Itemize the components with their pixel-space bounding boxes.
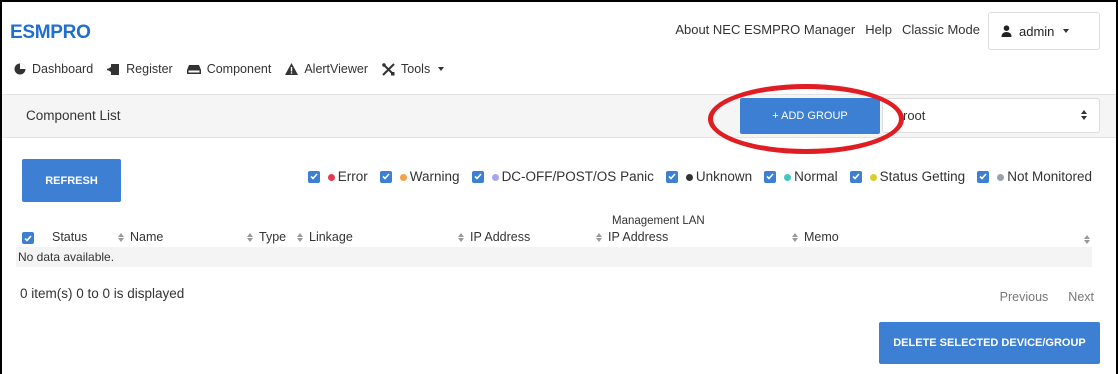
nav-item-label: Register xyxy=(126,62,173,76)
column-label: IP Address xyxy=(470,230,531,244)
pagination: Previous Next xyxy=(1000,290,1094,304)
sort-icon xyxy=(596,232,602,242)
brand-logo[interactable]: ESMPRO xyxy=(10,22,91,44)
tools-icon xyxy=(382,62,395,76)
chevron-down-icon xyxy=(1063,29,1070,33)
user-name: admin xyxy=(1019,23,1055,39)
checkbox-checked-icon[interactable] xyxy=(22,232,34,244)
checkbox-checked-icon[interactable] xyxy=(764,170,777,183)
column-label: Name xyxy=(130,230,164,244)
column-extra-sort[interactable] xyxy=(1084,235,1090,244)
column-management-ip-address[interactable]: IP Address xyxy=(596,230,668,244)
dashboard-icon xyxy=(14,63,26,75)
help-link[interactable]: Help xyxy=(865,22,892,37)
checkbox-checked-icon[interactable] xyxy=(977,170,990,183)
nav-item-label: AlertViewer xyxy=(304,62,369,76)
filter-status-getting[interactable]: Status Getting xyxy=(849,169,966,184)
add-group-button[interactable]: + ADD GROUP xyxy=(740,98,880,134)
page-title: Component List xyxy=(26,108,121,123)
filter-error[interactable]: Error xyxy=(307,169,368,184)
column-status[interactable]: Status xyxy=(52,230,87,244)
checkbox-checked-icon[interactable] xyxy=(849,170,862,183)
not-monitored-status-dot xyxy=(997,173,1005,181)
select-all-checkbox[interactable] xyxy=(22,232,34,244)
next-page-link[interactable]: Next xyxy=(1068,290,1094,304)
sort-icon xyxy=(792,232,798,242)
column-linkage[interactable]: Linkage xyxy=(297,230,353,244)
sort-icon xyxy=(458,232,464,242)
window-frame xyxy=(0,0,1118,374)
filter-label: Not Monitored xyxy=(1007,169,1092,184)
filter-warning[interactable]: Warning xyxy=(379,169,460,184)
filter-label: Error xyxy=(337,169,368,184)
filter-normal[interactable]: Normal xyxy=(764,169,838,184)
nav-item-label: Dashboard xyxy=(32,62,94,76)
nav-item-label: Component xyxy=(206,62,272,76)
main-nav: Dashboard Register Component AlertViewer xyxy=(14,62,445,76)
nav-item-dashboard[interactable]: Dashboard xyxy=(14,62,93,76)
column-label: Status xyxy=(52,230,88,244)
chevron-down-icon xyxy=(438,67,445,71)
component-icon xyxy=(186,64,201,74)
nav-item-label: Tools xyxy=(401,62,431,76)
group-select-value: root xyxy=(903,108,926,123)
filter-label: Status Getting xyxy=(879,169,966,184)
dc-off-status-dot xyxy=(491,173,499,181)
sort-icon xyxy=(297,232,303,242)
component-list-bar: Component List + ADD GROUP root xyxy=(2,94,1116,138)
nav-item-component[interactable]: Component xyxy=(186,62,272,76)
warning-status-dot xyxy=(399,173,407,181)
filter-not-monitored[interactable]: Not Monitored xyxy=(977,169,1092,184)
sort-icon xyxy=(247,232,253,242)
error-status-dot xyxy=(327,173,335,181)
column-name[interactable]: Name xyxy=(118,230,163,244)
nav-item-tools[interactable]: Tools xyxy=(382,62,445,76)
register-icon xyxy=(107,63,120,75)
checkbox-checked-icon[interactable] xyxy=(665,170,678,183)
empty-table-row: No data available. xyxy=(16,247,1092,267)
column-label: Memo xyxy=(804,230,839,244)
classic-mode-link[interactable]: Classic Mode xyxy=(902,22,980,37)
sort-icon xyxy=(118,232,124,242)
status-getting-dot xyxy=(869,173,877,181)
unknown-status-dot xyxy=(685,173,693,181)
filter-label: Warning xyxy=(409,169,460,184)
warning-icon xyxy=(285,63,299,75)
column-memo[interactable]: Memo xyxy=(792,230,839,244)
previous-page-link[interactable]: Previous xyxy=(1000,290,1049,304)
normal-status-dot xyxy=(784,173,792,181)
table-header: Management LAN Status Name Type Linkage … xyxy=(22,215,1092,247)
checkbox-checked-icon[interactable] xyxy=(379,170,392,183)
item-count-text: 0 item(s) 0 to 0 is displayed xyxy=(20,286,185,301)
checkbox-checked-icon[interactable] xyxy=(471,170,484,183)
status-filters: Error Warning DC-OFF/POST/OS Panic Unkno… xyxy=(307,169,1092,184)
user-icon xyxy=(1001,25,1012,37)
select-arrows-icon xyxy=(1081,110,1087,120)
group-select[interactable]: root xyxy=(882,98,1100,133)
sort-icon xyxy=(1084,235,1090,244)
nav-item-register[interactable]: Register xyxy=(107,62,173,76)
refresh-button[interactable]: REFRESH xyxy=(22,159,121,202)
filter-dc-off[interactable]: DC-OFF/POST/OS Panic xyxy=(471,169,654,184)
about-link[interactable]: About NEC ESMPRO Manager xyxy=(675,22,855,37)
management-lan-header: Management LAN xyxy=(612,215,705,227)
filter-label: Normal xyxy=(794,169,838,184)
filter-label: Unknown xyxy=(695,169,753,184)
top-links: About NEC ESMPRO Manager Help Classic Mo… xyxy=(675,22,980,37)
column-type[interactable]: Type xyxy=(247,230,286,244)
nav-item-alertviewer[interactable]: AlertViewer xyxy=(285,62,368,76)
filter-unknown[interactable]: Unknown xyxy=(665,169,753,184)
delete-selected-button[interactable]: DELETE SELECTED DEVICE/GROUP xyxy=(879,322,1100,364)
column-ip-address[interactable]: IP Address xyxy=(458,230,530,244)
user-menu-button[interactable]: admin xyxy=(988,12,1100,50)
checkbox-checked-icon[interactable] xyxy=(307,170,320,183)
column-label: Type xyxy=(259,230,287,244)
column-label: IP Address xyxy=(608,230,669,244)
filter-label: DC-OFF/POST/OS Panic xyxy=(501,169,654,184)
column-label: Linkage xyxy=(309,230,353,244)
